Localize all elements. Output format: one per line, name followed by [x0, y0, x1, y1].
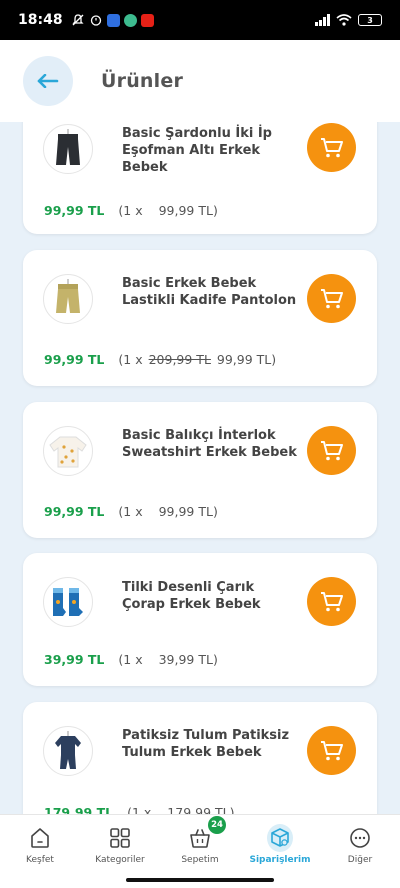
status-time: 18:48	[18, 12, 63, 28]
status-right: 3	[315, 14, 382, 26]
add-to-cart-button[interactable]	[307, 274, 356, 323]
product-card[interactable]: Tilki Desenli Çarık Çorap Erkek Bebek 39…	[23, 553, 377, 686]
cart-icon	[320, 137, 343, 157]
arrow-left-icon	[37, 74, 59, 88]
status-bar: 18:48 3	[0, 0, 400, 40]
nav-label: Sepetim	[181, 855, 219, 865]
product-price: 99,99 TL	[44, 352, 105, 367]
product-name: Patiksiz Tulum Patiksiz Tulum Erkek Bebe…	[122, 728, 290, 760]
alarm-icon	[90, 15, 101, 26]
unit-price: 179,99 TL)	[167, 805, 235, 814]
unit-price: 99,99 TL)	[158, 504, 218, 519]
product-name: Basic Balıkçı İnterlok Sweatshirt Erkek …	[122, 428, 297, 460]
battery-icon: 3	[358, 14, 382, 26]
back-button[interactable]	[23, 56, 73, 106]
sweatshirt-icon	[49, 436, 87, 468]
product-name: Tilki Desenli Çarık Çorap Erkek Bebek	[122, 580, 261, 612]
nav-label: Keşfet	[26, 855, 54, 865]
quantity-text: (1 x	[118, 203, 143, 218]
product-card[interactable]: Basic Şardonlu İki İp Eşofman Altı Erkek…	[23, 122, 377, 234]
mute-icon	[72, 14, 84, 26]
nav-label: Diğer	[347, 855, 373, 865]
price-row: 99,99 TL (1 x 209,99 TL 99,99 TL)	[44, 352, 276, 367]
quantity-text: (1 x	[127, 805, 152, 814]
add-to-cart-button[interactable]	[307, 577, 356, 626]
product-card[interactable]: Patiksiz Tulum Patiksiz Tulum Erkek Bebe…	[23, 702, 377, 814]
product-image	[43, 124, 93, 174]
product-list[interactable]: Basic Şardonlu İki İp Eşofman Altı Erkek…	[0, 122, 400, 814]
jumpsuit-icon	[55, 731, 81, 769]
home-indicator[interactable]	[126, 878, 274, 882]
cart-icon	[320, 288, 343, 308]
product-image	[43, 726, 93, 776]
unit-price: 99,99 TL)	[158, 203, 218, 218]
cart-icon	[320, 591, 343, 611]
signal-icon	[315, 14, 330, 26]
nav-item-sepetim[interactable]: 24 Sepetim	[160, 815, 240, 870]
product-price: 99,99 TL	[44, 203, 105, 218]
bottom-nav: Keşfet Kategoriler 24 Sepetim Siparişler…	[0, 814, 400, 870]
nav-label: Kategoriler	[95, 855, 145, 865]
product-image	[43, 274, 93, 324]
price-row: 99,99 TL (1 x 99,99 TL)	[44, 504, 218, 519]
battery-level: 3	[367, 15, 373, 25]
add-to-cart-button[interactable]	[307, 726, 356, 775]
nav-item-siparislerim[interactable]: Siparişlerim	[240, 815, 320, 870]
page-title: Ürünler	[101, 70, 184, 92]
nav-item-diger[interactable]: Diğer	[320, 815, 400, 870]
old-price: 209,99 TL	[148, 352, 211, 367]
add-to-cart-button[interactable]	[307, 123, 356, 172]
youtube-icon	[140, 13, 154, 27]
socks-icon	[53, 588, 83, 616]
more-icon	[347, 825, 373, 851]
product-image	[43, 577, 93, 627]
nav-item-kesfet[interactable]: Keşfet	[0, 815, 80, 870]
quantity-text: (1 x	[118, 504, 143, 519]
quantity-text: (1 x	[118, 652, 143, 667]
product-price: 179,99 TL	[44, 805, 114, 814]
product-name: Basic Şardonlu İki İp Eşofman Altı Erkek…	[122, 126, 272, 175]
app-notification-icon	[106, 13, 120, 27]
product-card[interactable]: Basic Balıkçı İnterlok Sweatshirt Erkek …	[23, 402, 377, 538]
grid-icon	[107, 825, 133, 851]
product-price: 39,99 TL	[44, 652, 105, 667]
add-to-cart-button[interactable]	[307, 426, 356, 475]
product-price: 99,99 TL	[44, 504, 105, 519]
home-icon	[27, 825, 53, 851]
product-image	[43, 426, 93, 476]
pants-icon	[56, 129, 80, 165]
app-notification-icon	[123, 13, 137, 27]
unit-price: 99,99 TL)	[216, 352, 277, 367]
cart-icon	[320, 740, 343, 760]
quantity-text: (1 x	[118, 352, 143, 367]
cart-count-badge: 24	[208, 816, 226, 834]
nav-item-kategoriler[interactable]: Kategoriler	[80, 815, 160, 870]
price-row: 99,99 TL (1 x 99,99 TL)	[44, 203, 218, 218]
notification-icons	[71, 13, 154, 27]
price-row: 39,99 TL (1 x 39,99 TL)	[44, 652, 218, 667]
unit-price: 39,99 TL)	[158, 652, 218, 667]
product-name: Basic Erkek Bebek Lastikli Kadife Pantol…	[122, 276, 297, 308]
pants-icon	[56, 279, 80, 313]
wifi-icon	[336, 14, 352, 26]
package-icon	[267, 824, 293, 852]
price-row: 179,99 TL (1 x 179,99 TL)	[44, 805, 234, 814]
cart-icon	[320, 440, 343, 460]
header: Ürünler	[0, 40, 400, 122]
product-card[interactable]: Basic Erkek Bebek Lastikli Kadife Pantol…	[23, 250, 377, 386]
nav-label: Siparişlerim	[249, 855, 311, 865]
